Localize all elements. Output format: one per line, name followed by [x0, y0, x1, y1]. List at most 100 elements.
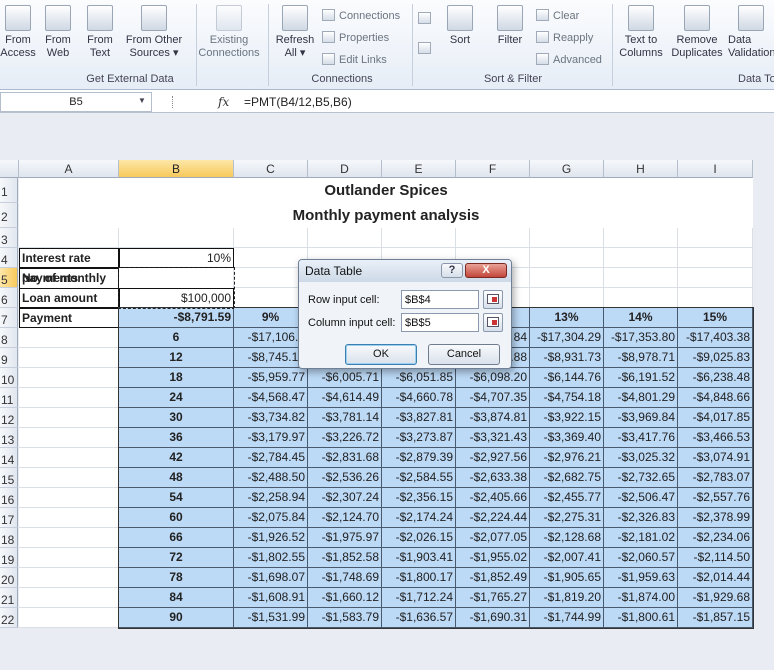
payment-result-cell[interactable]: -$1,955.02: [456, 548, 530, 568]
cell-a10[interactable]: [19, 368, 119, 388]
payment-result-cell[interactable]: -$3,969.84: [604, 408, 678, 428]
payment-result-cell[interactable]: -$2,077.05: [456, 528, 530, 548]
payment-result-cell[interactable]: -$2,405.66: [456, 488, 530, 508]
payment-result-cell[interactable]: -$6,238.48: [678, 368, 753, 388]
payments-count-cell[interactable]: 12: [119, 348, 234, 368]
cell-a3[interactable]: [19, 228, 119, 248]
column-header-i[interactable]: I: [678, 160, 753, 178]
payment-result-cell[interactable]: -$2,584.55: [382, 468, 456, 488]
sort-az-button[interactable]: [418, 12, 435, 25]
payment-result-cell[interactable]: -$1,819.20: [530, 588, 604, 608]
payment-result-cell[interactable]: -$2,326.83: [604, 508, 678, 528]
payment-result-cell[interactable]: -$2,976.21: [530, 448, 604, 468]
payments-count-cell[interactable]: 48: [119, 468, 234, 488]
payment-result-cell[interactable]: -$2,732.65: [604, 468, 678, 488]
payment-result-cell[interactable]: -$6,098.20: [456, 368, 530, 388]
cell-a20[interactable]: [19, 568, 119, 588]
payments-count-cell[interactable]: 36: [119, 428, 234, 448]
payment-result-cell[interactable]: -$1,857.15: [678, 608, 753, 628]
row-header-19[interactable]: 19: [0, 548, 18, 568]
cell-a17[interactable]: [19, 508, 119, 528]
payment-result-cell[interactable]: -$2,026.15: [382, 528, 456, 548]
payment-result-cell[interactable]: -$17,304.29: [530, 328, 604, 348]
cell-g4[interactable]: [530, 248, 604, 268]
cell-i5[interactable]: [678, 268, 753, 288]
from-other-sources-button[interactable]: From Other Sources ▾: [122, 5, 186, 60]
payment-result-cell[interactable]: -$2,124.70: [308, 508, 382, 528]
cell-a18[interactable]: [19, 528, 119, 548]
cancel-button[interactable]: Cancel: [428, 344, 500, 365]
payments-count-cell[interactable]: 60: [119, 508, 234, 528]
formula-bar-splitter[interactable]: [172, 96, 176, 108]
column-header-b[interactable]: B: [119, 160, 234, 178]
sort-button[interactable]: Sort: [442, 5, 478, 47]
payments-count-cell[interactable]: 18: [119, 368, 234, 388]
payments-count-cell[interactable]: 54: [119, 488, 234, 508]
cell-h5[interactable]: [604, 268, 678, 288]
cell-a21[interactable]: [19, 588, 119, 608]
payment-result-cell[interactable]: -$2,488.50: [234, 468, 308, 488]
payment-result-cell[interactable]: -$2,307.24: [308, 488, 382, 508]
interest-rate-value[interactable]: 10%: [119, 248, 234, 268]
payment-formula-cell[interactable]: -$8,791.59: [119, 308, 234, 328]
cell-a22[interactable]: [19, 608, 119, 628]
payment-result-cell[interactable]: -$2,114.50: [678, 548, 753, 568]
cell-c4[interactable]: [234, 248, 308, 268]
row-header-10[interactable]: 10: [0, 368, 18, 388]
cell-h6[interactable]: [604, 288, 678, 308]
column-input-field[interactable]: [401, 313, 479, 332]
payment-result-cell[interactable]: -$3,321.43: [456, 428, 530, 448]
help-button[interactable]: ?: [441, 263, 463, 278]
payment-result-cell[interactable]: -$3,226.72: [308, 428, 382, 448]
payments-count-cell[interactable]: 72: [119, 548, 234, 568]
row-header-3[interactable]: 3: [0, 228, 18, 248]
payment-result-cell[interactable]: -$2,831.68: [308, 448, 382, 468]
payment-result-cell[interactable]: -$8,978.71: [604, 348, 678, 368]
row-header-16[interactable]: 16: [0, 488, 18, 508]
payment-result-cell[interactable]: -$2,174.24: [382, 508, 456, 528]
sort-za-button[interactable]: [418, 42, 435, 55]
payment-result-cell[interactable]: -$2,633.38: [456, 468, 530, 488]
payment-result-cell[interactable]: -$4,848.66: [678, 388, 753, 408]
payment-result-cell[interactable]: -$1,800.17: [382, 568, 456, 588]
payment-result-cell[interactable]: -$2,455.77: [530, 488, 604, 508]
row-header-15[interactable]: 15: [0, 468, 18, 488]
cell-a13[interactable]: [19, 428, 119, 448]
payment-result-cell[interactable]: -$1,765.27: [456, 588, 530, 608]
row-header-1[interactable]: 1: [0, 178, 18, 203]
payment-result-cell[interactable]: -$1,744.99: [530, 608, 604, 628]
payments-count-cell[interactable]: 30: [119, 408, 234, 428]
column-header-e[interactable]: E: [382, 160, 456, 178]
row-header-6[interactable]: 6: [0, 288, 18, 308]
name-box[interactable]: B5: [0, 92, 152, 112]
row-header-9[interactable]: 9: [0, 348, 18, 368]
payment-result-cell[interactable]: -$2,224.44: [456, 508, 530, 528]
row-header-12[interactable]: 12: [0, 408, 18, 428]
payment-result-cell[interactable]: -$1,852.58: [308, 548, 382, 568]
payment-result-cell[interactable]: -$3,417.76: [604, 428, 678, 448]
payment-result-cell[interactable]: -$17,353.80: [604, 328, 678, 348]
payments-count-cell[interactable]: 78: [119, 568, 234, 588]
payment-result-cell[interactable]: -$2,784.45: [234, 448, 308, 468]
payment-result-cell[interactable]: -$4,707.35: [456, 388, 530, 408]
sheet-subtitle[interactable]: Monthly payment analysis: [19, 203, 753, 228]
payment-result-cell[interactable]: -$3,466.53: [678, 428, 753, 448]
payment-result-cell[interactable]: -$2,128.68: [530, 528, 604, 548]
row-input-field[interactable]: [401, 290, 479, 309]
payment-result-cell[interactable]: -$1,929.68: [678, 588, 753, 608]
payment-result-cell[interactable]: -$9,025.83: [678, 348, 753, 368]
payment-result-cell[interactable]: -$8,745.15: [234, 348, 308, 368]
payment-result-cell[interactable]: -$2,506.47: [604, 488, 678, 508]
column-header-h[interactable]: H: [604, 160, 678, 178]
row-header-17[interactable]: 17: [0, 508, 18, 528]
row-header-18[interactable]: 18: [0, 528, 18, 548]
payment-result-cell[interactable]: -$1,698.07: [234, 568, 308, 588]
cell-a12[interactable]: [19, 408, 119, 428]
payment-result-cell[interactable]: -$1,636.57: [382, 608, 456, 628]
payment-result-cell[interactable]: -$1,608.91: [234, 588, 308, 608]
cell-a15[interactable]: [19, 468, 119, 488]
payment-result-cell[interactable]: -$2,258.94: [234, 488, 308, 508]
cell-e3[interactable]: [382, 228, 456, 248]
payment-result-cell[interactable]: -$1,712.24: [382, 588, 456, 608]
row-header-8[interactable]: 8: [0, 328, 18, 348]
